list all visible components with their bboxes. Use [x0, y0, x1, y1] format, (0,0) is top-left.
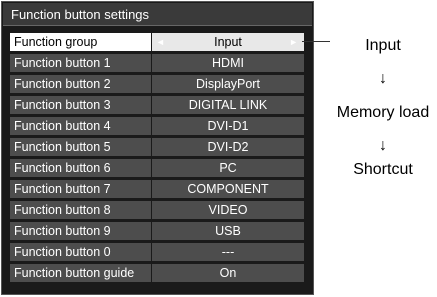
row-label: Function button 1 [10, 54, 151, 72]
down-arrow-icon: ↓ [379, 137, 387, 154]
row-label: Function button 2 [10, 75, 151, 93]
row-function-group[interactable]: Function group ◄ Input ► [10, 33, 304, 51]
option-shortcut: Shortcut [353, 161, 413, 178]
row-label: Function button 9 [10, 222, 151, 240]
row-value: HDMI [152, 54, 304, 72]
left-arrow-icon[interactable]: ◄ [156, 33, 165, 51]
panel-title: Function button settings [11, 7, 150, 22]
title-bar: Function button settings [3, 3, 312, 26]
row-value: COMPONENT [152, 180, 304, 198]
row-function-button-guide[interactable]: Function button guide On [10, 264, 304, 282]
row-label: Function button 0 [10, 243, 151, 261]
row-label: Function button 8 [10, 201, 151, 219]
row-function-button-2[interactable]: Function button 2 DisplayPort [10, 75, 304, 93]
row-value: On [152, 264, 304, 282]
row-value: PC [152, 159, 304, 177]
right-arrow-icon[interactable]: ► [289, 33, 298, 51]
row-value: DVI-D1 [152, 117, 304, 135]
connector-line [302, 41, 330, 42]
row-function-button-5[interactable]: Function button 5 DVI-D2 [10, 138, 304, 156]
row-value: VIDEO [152, 201, 304, 219]
row-value: USB [152, 222, 304, 240]
function-group-selector[interactable]: ◄ Input ► [152, 33, 304, 51]
row-label: Function button 3 [10, 96, 151, 114]
row-function-button-1[interactable]: Function button 1 HDMI [10, 54, 304, 72]
row-value: Input [214, 35, 242, 49]
row-value: --- [152, 243, 304, 261]
row-label: Function button 7 [10, 180, 151, 198]
row-label: Function button 5 [10, 138, 151, 156]
row-function-button-7[interactable]: Function button 7 COMPONENT [10, 180, 304, 198]
row-value: DIGITAL LINK [152, 96, 304, 114]
option-memory-load: Memory load [336, 104, 430, 121]
row-label: Function button 6 [10, 159, 151, 177]
down-arrow-icon: ↓ [379, 70, 387, 87]
row-label: Function button 4 [10, 117, 151, 135]
row-function-button-8[interactable]: Function button 8 VIDEO [10, 201, 304, 219]
row-value: DVI-D2 [152, 138, 304, 156]
row-function-button-0[interactable]: Function button 0 --- [10, 243, 304, 261]
row-label: Function group [10, 33, 151, 51]
row-label: Function button guide [10, 264, 151, 282]
row-function-button-4[interactable]: Function button 4 DVI-D1 [10, 117, 304, 135]
row-function-button-6[interactable]: Function button 6 PC [10, 159, 304, 177]
row-value: DisplayPort [152, 75, 304, 93]
option-input: Input [365, 37, 401, 54]
row-function-button-3[interactable]: Function button 3 DIGITAL LINK [10, 96, 304, 114]
settings-panel: Function button settings Function group … [1, 1, 314, 295]
row-function-button-9[interactable]: Function button 9 USB [10, 222, 304, 240]
